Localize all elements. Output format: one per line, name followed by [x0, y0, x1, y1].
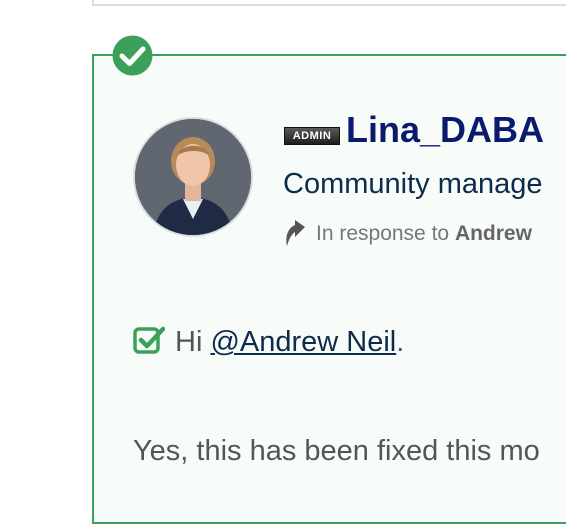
greeting-line: Hi @Andrew Neil.: [175, 323, 404, 361]
previous-post-edge: [92, 0, 566, 6]
post-body-text: Yes, this has been fixed this mo: [133, 435, 540, 467]
mention-link[interactable]: @Andrew Neil: [210, 326, 396, 358]
checkbox-check-icon: [133, 325, 166, 355]
in-response-user-link[interactable]: Andrew: [455, 222, 532, 245]
reply-arrow-icon: [283, 219, 307, 247]
username-link[interactable]: Lina_DABA: [346, 106, 544, 154]
solved-check-icon: [112, 35, 153, 76]
admin-rank-badge: ADMIN: [284, 127, 340, 145]
in-response-to: In response to Andrew: [316, 220, 532, 248]
greeting-suffix: .: [396, 326, 405, 358]
avatar[interactable]: [133, 117, 253, 237]
user-role: Community manage: [283, 168, 543, 200]
greeting-prefix: Hi: [175, 326, 203, 358]
in-response-prefix: In response to: [316, 222, 450, 245]
